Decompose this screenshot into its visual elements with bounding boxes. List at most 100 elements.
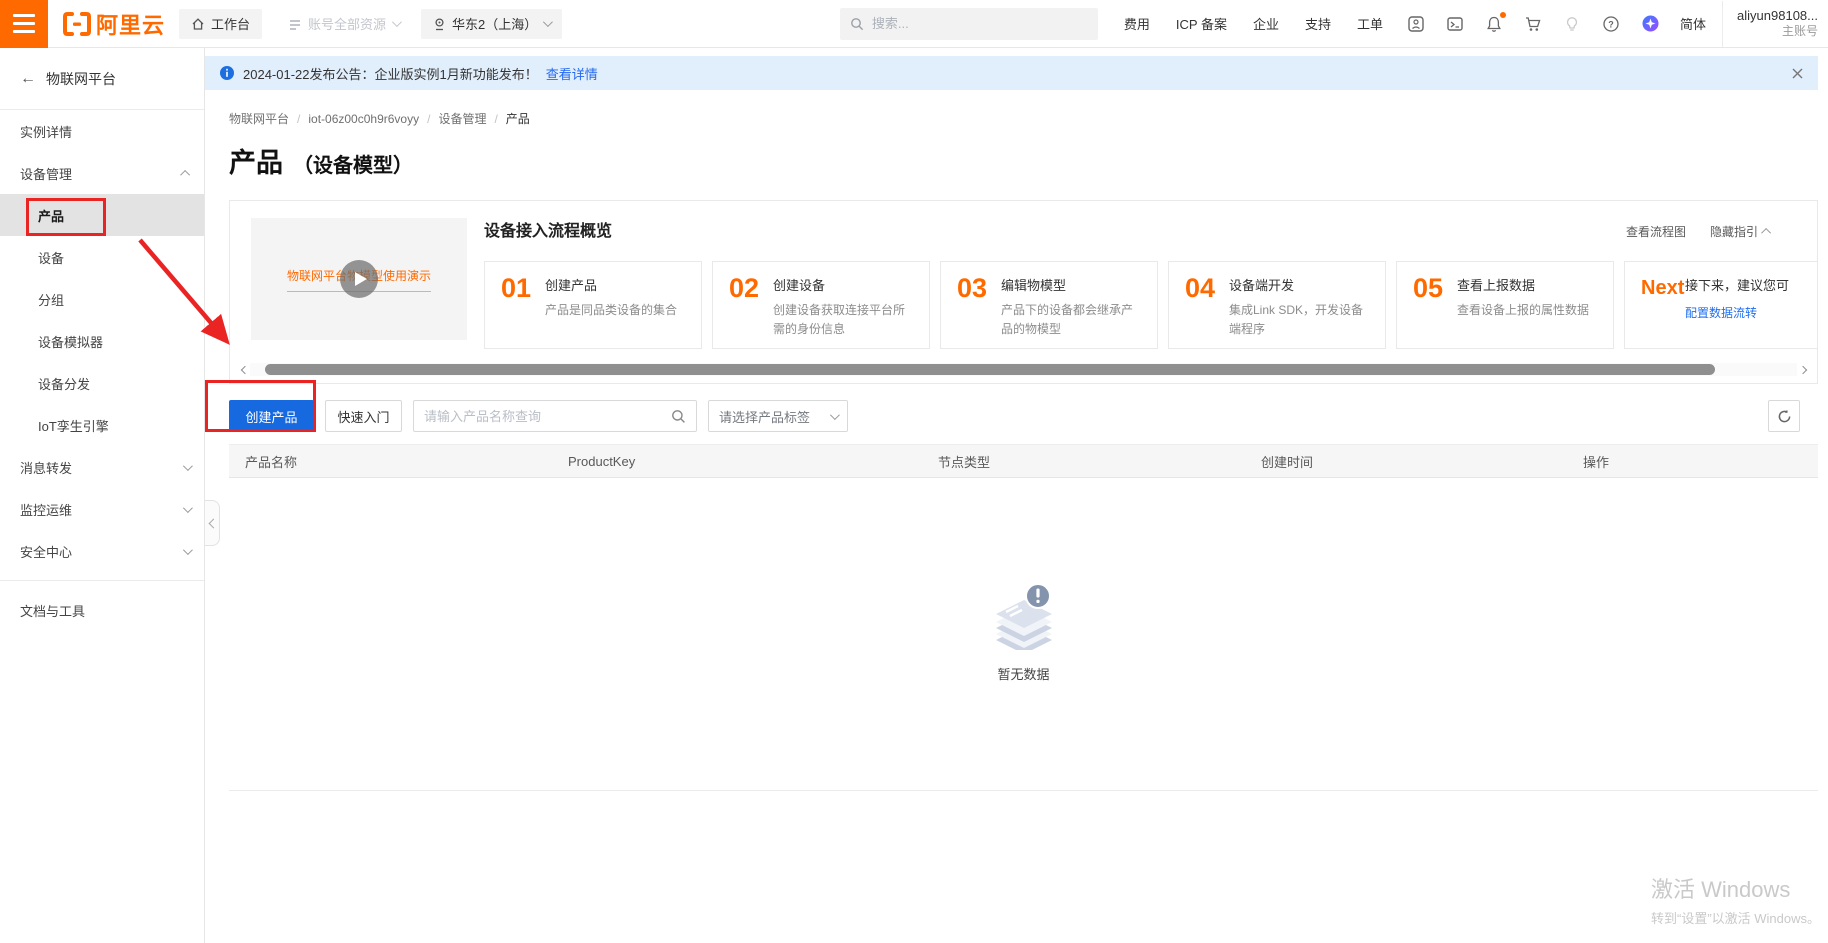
sidebar: ← 物联网平台 实例详情 设备管理 产品 设备 分组 设备模拟器 设备分发 Io… <box>0 48 205 943</box>
search-icon <box>850 17 864 31</box>
top-header: 阿里云 工作台 账号全部资源 华东2（上海） 费用 ICP 备案 企业 支持 工… <box>0 0 1828 48</box>
hamburger-menu-button[interactable] <box>0 0 48 48</box>
notification-bell-icon[interactable] <box>1485 15 1503 33</box>
column-product-name[interactable]: 产品名称 <box>229 452 568 471</box>
language-switch[interactable]: 简体 <box>1680 14 1706 33</box>
step-title: 创建设备 <box>773 275 915 294</box>
next-title: 接下来，建议您可 <box>1685 275 1817 294</box>
scrollbar-thumb[interactable] <box>265 364 1715 375</box>
chevron-down-icon <box>543 17 553 27</box>
help-icon[interactable]: ? <box>1602 15 1620 33</box>
tag-select-label: 请选择产品标签 <box>719 407 830 426</box>
breadcrumb-instance[interactable]: iot-06z00c0h9r6voyy <box>308 112 419 126</box>
watermark-line1: 激活 Windows <box>1651 872 1820 904</box>
flow-card-device-development: 04 设备端开发 集成Link SDK，开发设备端程序 <box>1168 261 1386 349</box>
step-number: 02 <box>729 275 771 338</box>
hide-guide-label: 隐藏指引 <box>1710 223 1758 240</box>
cloudshell-icon[interactable] <box>1446 15 1464 33</box>
scroll-right-arrow[interactable] <box>1797 367 1809 373</box>
view-flowchart-label: 查看流程图 <box>1626 223 1686 240</box>
account-type: 主账号 <box>1737 24 1818 39</box>
aliyun-logo[interactable]: 阿里云 <box>62 8 165 40</box>
empty-data-icon <box>988 578 1060 650</box>
play-icon[interactable] <box>340 260 378 298</box>
banner-detail-link[interactable]: 查看详情 <box>546 64 598 83</box>
sidebar-item-device-management[interactable]: 设备管理 <box>0 152 204 194</box>
close-icon[interactable] <box>1791 67 1804 80</box>
product-toolbar: 创建产品 快速入门 请选择产品标签 <box>229 400 1818 432</box>
column-product-key[interactable]: ProductKey <box>568 454 938 469</box>
column-actions: 操作 <box>1583 452 1818 471</box>
global-search-input[interactable] <box>872 16 1072 31</box>
nav-enterprise[interactable]: 企业 <box>1253 14 1279 33</box>
lightbulb-icon[interactable] <box>1563 15 1581 33</box>
sidebar-item-iot-twin-engine[interactable]: IoT孪生引擎 <box>0 404 204 446</box>
title-row: 产品 （设备模型） <box>229 141 1818 180</box>
nav-support[interactable]: 支持 <box>1305 14 1331 33</box>
step-number: 01 <box>501 275 543 338</box>
sidebar-item-docs-tools[interactable]: 文档与工具 <box>0 589 204 631</box>
sidebar-divider <box>0 580 204 581</box>
sidebar-item-product[interactable]: 产品 <box>0 194 204 236</box>
account-resources-dropdown[interactable]: 账号全部资源 <box>288 14 399 33</box>
region-selector[interactable]: 华东2（上海） <box>421 9 562 39</box>
notification-dot <box>1500 12 1506 18</box>
aliyun-logo-icon <box>62 11 92 37</box>
refresh-button[interactable] <box>1768 400 1800 432</box>
resource-list-icon <box>288 17 302 31</box>
sidebar-collapse-handle[interactable] <box>205 500 220 546</box>
sidebar-item-message-forwarding[interactable]: 消息转发 <box>0 446 204 488</box>
step-number: 05 <box>1413 275 1455 338</box>
product-search[interactable] <box>413 400 697 432</box>
sidebar-back[interactable]: ← 物联网平台 <box>0 48 204 110</box>
step-title: 创建产品 <box>545 275 687 294</box>
workbench-button[interactable]: 工作台 <box>179 9 262 39</box>
breadcrumb-iot-platform[interactable]: 物联网平台 <box>229 110 289 127</box>
hide-guide-link[interactable]: 隐藏指引 <box>1710 223 1771 240</box>
sidebar-item-device-distribution[interactable]: 设备分发 <box>0 362 204 404</box>
global-search[interactable] <box>840 8 1098 40</box>
content: 物联网平台 / iot-06z00c0h9r6voyy / 设备管理 / 产品 … <box>205 110 1818 791</box>
search-icon[interactable] <box>671 409 686 424</box>
step-title: 编辑物模型 <box>1001 275 1143 294</box>
sidebar-menu: 实例详情 设备管理 产品 设备 分组 设备模拟器 设备分发 IoT孪生引擎 消息… <box>0 110 204 631</box>
scrollbar-track[interactable] <box>250 363 1797 376</box>
aliyun-logo-text: 阿里云 <box>96 8 165 40</box>
breadcrumb: 物联网平台 / iot-06z00c0h9r6voyy / 设备管理 / 产品 <box>229 110 1818 127</box>
flow-links: 查看流程图 隐藏指引 <box>1626 223 1771 240</box>
product-search-input[interactable] <box>424 409 671 424</box>
column-created-time[interactable]: 创建时间 <box>1261 452 1583 471</box>
cart-icon[interactable] <box>1524 15 1542 33</box>
nav-icp[interactable]: ICP 备案 <box>1176 14 1227 33</box>
sidebar-item-security-center[interactable]: 安全中心 <box>0 530 204 572</box>
user-account[interactable]: aliyun98108... 主账号 <box>1737 8 1818 39</box>
sidebar-item-device[interactable]: 设备 <box>0 236 204 278</box>
configure-data-forwarding-link[interactable]: 配置数据流转 <box>1685 304 1817 338</box>
assistant-icon[interactable] <box>1641 14 1660 33</box>
breadcrumb-separator: / <box>427 112 430 126</box>
chevron-down-icon <box>392 17 402 27</box>
flow-card-edit-thing-model: 03 编辑物模型 产品下的设备都会继承产品的物模型 <box>940 261 1158 349</box>
sidebar-item-monitoring-ops[interactable]: 监控运维 <box>0 488 204 530</box>
sidebar-item-instance-detail[interactable]: 实例详情 <box>0 110 204 152</box>
quickstart-button[interactable]: 快速入门 <box>325 400 402 432</box>
horizontal-scrollbar <box>238 361 1809 378</box>
info-icon <box>219 65 235 81</box>
breadcrumb-device-management[interactable]: 设备管理 <box>438 110 486 127</box>
sidebar-item-group[interactable]: 分组 <box>0 278 204 320</box>
column-node-type[interactable]: 节点类型 <box>938 452 1261 471</box>
view-flowchart-link[interactable]: 查看流程图 <box>1626 223 1686 240</box>
chevron-up-icon <box>1761 228 1771 238</box>
app-icon[interactable] <box>1407 15 1425 33</box>
step-title: 查看上报数据 <box>1457 275 1599 294</box>
nav-billing[interactable]: 费用 <box>1124 14 1150 33</box>
nav-tickets[interactable]: 工单 <box>1357 14 1383 33</box>
scroll-left-arrow[interactable] <box>238 367 250 373</box>
sidebar-item-device-simulator[interactable]: 设备模拟器 <box>0 320 204 362</box>
chevron-down-icon <box>183 503 193 513</box>
product-tag-select[interactable]: 请选择产品标签 <box>708 400 848 432</box>
demo-video-thumbnail[interactable]: 物联网平台物模型使用演示 <box>251 218 467 340</box>
step-title: 设备端开发 <box>1229 275 1371 294</box>
sidebar-item-label: 设备管理 <box>20 164 183 183</box>
create-product-button[interactable]: 创建产品 <box>229 400 314 432</box>
